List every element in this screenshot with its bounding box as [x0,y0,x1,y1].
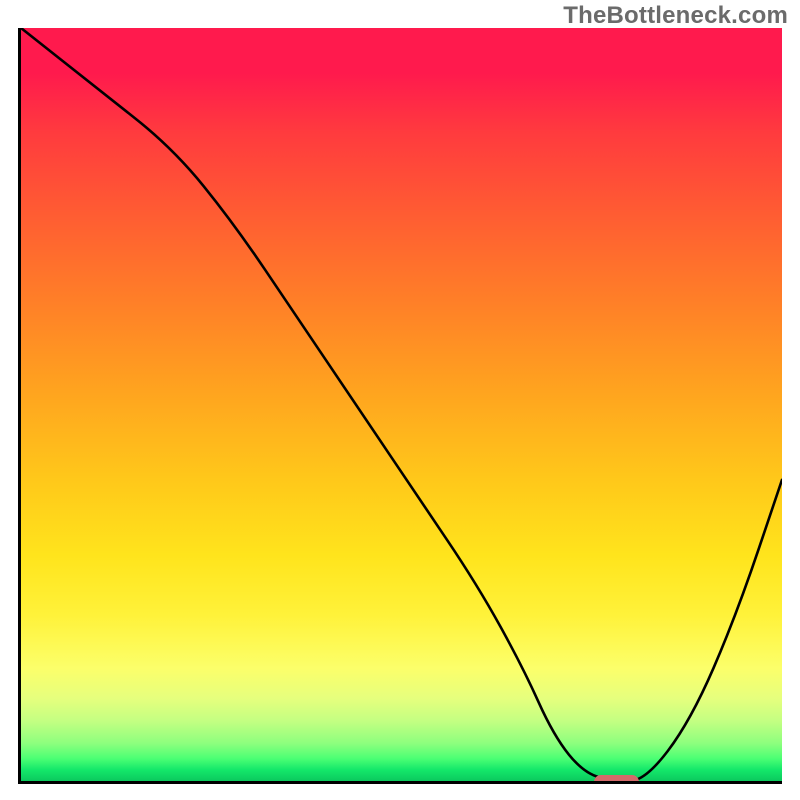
plot-area [18,28,782,784]
bottleneck-curve [21,28,782,781]
minimum-marker [594,775,639,784]
chart-canvas: TheBottleneck.com [0,0,800,800]
watermark-text: TheBottleneck.com [563,2,788,30]
